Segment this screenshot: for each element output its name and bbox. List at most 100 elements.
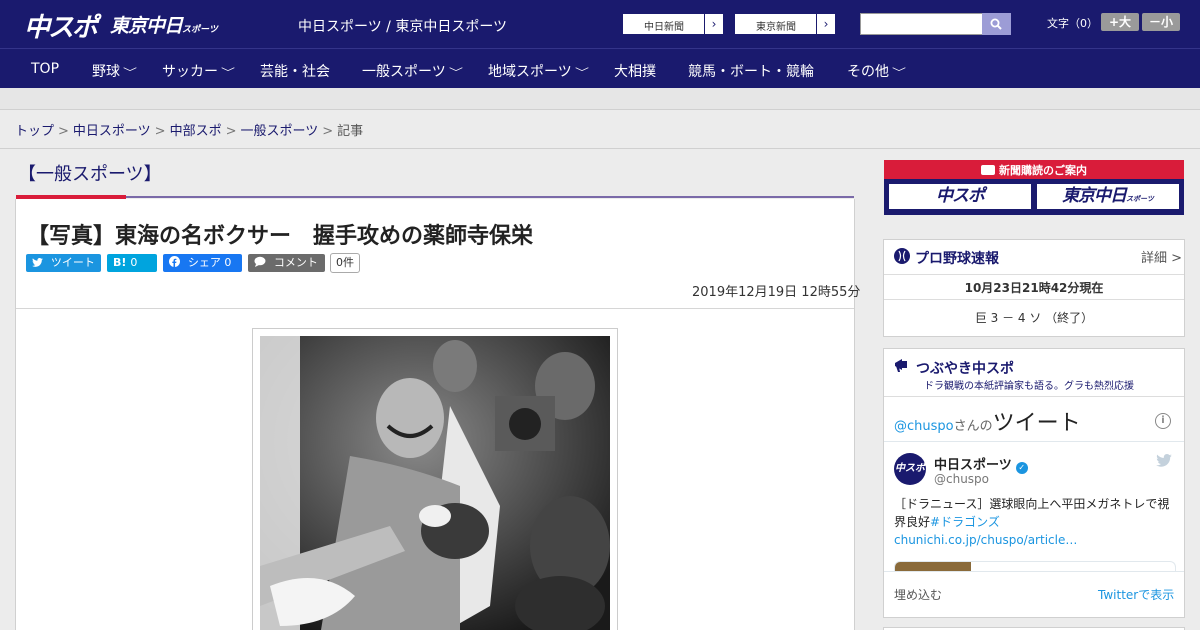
chuspo-logo[interactable]: 中スポ (24, 7, 98, 44)
nav-item-top[interactable]: TOP (31, 61, 59, 77)
baseball-score[interactable]: 巨 3 － 4 ソ （終了） (884, 309, 1184, 326)
breadcrumb-link-top[interactable]: トップ (15, 124, 54, 139)
breadcrumb-link-chubu-spo[interactable]: 中部スポ (170, 124, 222, 139)
megaphone-icon (893, 356, 911, 378)
nav-label: 地域スポーツ (488, 64, 572, 80)
info-icon[interactable]: i (1155, 413, 1171, 429)
hatena-bookmark-button[interactable]: B! 0 (107, 254, 157, 272)
subscribe-tokyo-chunichi-logo[interactable]: 東京中日スポーツ (1036, 183, 1180, 210)
nav-label: 野球 (92, 64, 120, 80)
nav-label: 競馬・ボート・競輪 (688, 64, 814, 80)
article-date: 2019年12月19日 12時55分 (692, 285, 861, 300)
top-header: 中スポ 東京中日スポーツ 中日スポーツ / 東京中日スポーツ 中日新聞 › 東京… (0, 0, 1200, 48)
hatena-icon: B! (113, 256, 127, 269)
baseball-title: プロ野球速報 (915, 251, 999, 267)
chevron-down-icon: ﹀ (448, 68, 463, 79)
breadcrumb-current: 記事 (337, 124, 364, 139)
subscribe-heading: 新聞購読のご案内 (884, 162, 1184, 178)
newspaper-icon (981, 165, 995, 175)
divider (0, 148, 1200, 149)
tweet-media-thumbnail (895, 562, 971, 571)
breadcrumb-link-chunichi-sports[interactable]: 中日スポーツ (73, 124, 151, 139)
nav-item-general-sports[interactable]: 一般スポーツ ﹀ (362, 61, 463, 81)
divider (884, 396, 1184, 397)
subscribe-chuspo-logo[interactable]: 中スポ (888, 183, 1032, 210)
baseball-icon (894, 248, 910, 264)
nav-label: 芸能・社会 (260, 64, 330, 80)
divider (884, 571, 1184, 572)
main-nav: TOP 野球 ﹀ サッカー ﹀ 芸能・社会 一般スポーツ ﹀ 地域スポーツ ﹀ 大相撲 … (0, 48, 1200, 88)
search-button[interactable] (982, 13, 1011, 35)
tweet-account-name[interactable]: 中日スポーツ ✓ (934, 454, 1028, 474)
view-on-twitter-link[interactable]: Twitterで表示 (1098, 586, 1174, 603)
divider (884, 299, 1184, 300)
facebook-label: シェア (187, 256, 221, 269)
hatena-count: 0 (130, 256, 138, 269)
breadcrumb-link-general-sports[interactable]: 一般スポーツ (241, 124, 319, 139)
tweet-media-card[interactable] (894, 561, 1176, 571)
section-rule (126, 196, 854, 198)
tweet-account-handle[interactable]: @chuspo (934, 472, 989, 486)
nav-item-regional-sports[interactable]: 地域スポーツ ﹀ (488, 61, 589, 81)
baseball-detail-link[interactable]: 詳細 > (1141, 247, 1182, 266)
comment-label: コメント (273, 256, 318, 269)
tokyo-logo-text: 東京中日 (110, 15, 183, 37)
twitter-bird-icon (32, 256, 47, 269)
article-divider (16, 308, 854, 309)
font-larger-button[interactable]: +大 (1101, 13, 1139, 31)
facebook-count: 0 (224, 256, 232, 269)
paper-link-label: 中日新聞 (644, 22, 684, 33)
tweets-subtitle: ドラ観戦の本紙評論家も語る。グラも熱烈応援 (924, 381, 1134, 392)
facebook-icon (169, 256, 184, 269)
comment-button[interactable]: コメント (248, 254, 325, 272)
nav-label: サッカー (162, 64, 218, 80)
nav-label: その他 (847, 64, 889, 80)
paper-link-label: 東京新聞 (756, 22, 796, 33)
tweet-hashtag[interactable]: #ドラゴンズ (930, 515, 1000, 529)
article-photo[interactable] (260, 336, 610, 630)
nav-label: 一般スポーツ (362, 64, 446, 80)
tokyo-logo-small: スポーツ (182, 25, 218, 35)
nav-item-soccer[interactable]: サッカー ﹀ (162, 61, 235, 81)
chevron-right-icon: › (816, 14, 835, 34)
nav-item-other[interactable]: その他 ﹀ (847, 61, 906, 81)
tweet-button[interactable]: ツイート (26, 254, 101, 272)
tokyo-shimbun-link[interactable]: 東京新聞 › (734, 13, 836, 35)
chevron-down-icon: ﹀ (892, 68, 906, 79)
tweet-text: ［ドラニュース］選球眼向上へ平田メガネトレで視界良好#ドラゴンズchunichi… (894, 495, 1170, 549)
twitter-bird-icon[interactable] (1156, 454, 1172, 467)
tweet-account-name-text: 中日スポーツ (934, 458, 1012, 473)
font-smaller-button[interactable]: －小 (1142, 13, 1180, 31)
subscribe-heading-text: 新聞購読のご案内 (999, 164, 1087, 177)
nav-label: TOP (31, 61, 60, 77)
sub-band (0, 88, 1200, 110)
timeline-title: ツイート (992, 411, 1081, 436)
timeline-mid: さんの (953, 419, 993, 434)
avatar[interactable]: 中スポ (894, 453, 926, 485)
nav-item-baseball[interactable]: 野球 ﹀ (92, 61, 137, 81)
divider (884, 274, 1184, 275)
chunichi-shimbun-link[interactable]: 中日新聞 › (622, 13, 724, 35)
search-input[interactable] (860, 13, 983, 35)
tweets-title: つぶやき中スポ (916, 361, 1014, 377)
facebook-share-button[interactable]: シェア 0 (163, 254, 242, 272)
tweet-link[interactable]: chunichi.co.jp/chuspo/article… (894, 533, 1077, 547)
verified-badge-icon: ✓ (1015, 462, 1028, 474)
tokyo-chunichi-logo[interactable]: 東京中日スポーツ (110, 11, 218, 38)
chevron-right-icon: › (704, 14, 723, 34)
tweet-label: ツイート (50, 256, 95, 269)
nav-item-entertainment[interactable]: 芸能・社会 (260, 61, 330, 81)
nav-item-sumo[interactable]: 大相撲 (614, 61, 656, 81)
site-title: 中日スポーツ / 東京中日スポーツ (298, 19, 508, 35)
embed-link[interactable]: 埋め込む (894, 586, 942, 603)
search-icon (990, 18, 1002, 30)
baseball-as-of: 10月23日21時42分現在 (964, 281, 1104, 295)
breadcrumb-separator: > (225, 124, 237, 139)
article-title: 【写真】東海の名ボクサー 握手攻めの薬師寺保栄 (27, 224, 534, 249)
nav-item-racing[interactable]: 競馬・ボート・競輪 (688, 61, 814, 81)
timeline-handle[interactable]: @chuspo (894, 419, 954, 434)
boxer-photo-image (260, 336, 610, 630)
font-size-label: 文字（0） (1047, 17, 1098, 30)
comment-count-badge: 0件 (330, 253, 360, 273)
timeline-heading: @chuspoさんのツイート (894, 405, 1081, 437)
